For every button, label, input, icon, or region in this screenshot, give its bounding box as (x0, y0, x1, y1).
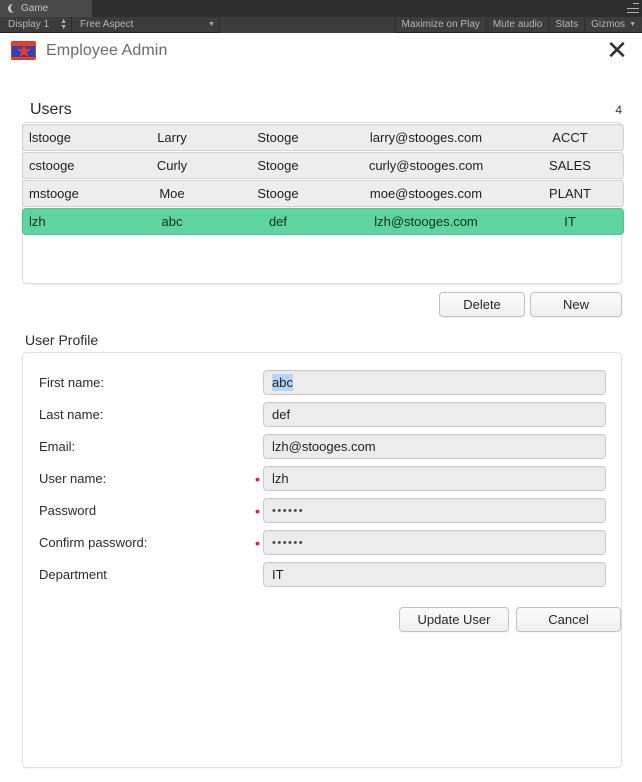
cell-last: def (268, 214, 288, 229)
unity-tab-bar: Game (0, 0, 642, 17)
input-email[interactable]: lzh@stooges.com (263, 434, 606, 459)
table-row[interactable]: cstooge Curly Stooge curly@stooges.com SALES (22, 152, 624, 179)
form-row: Confirm password: • •••••• (23, 530, 623, 562)
tab-bar-spacer (92, 0, 642, 17)
required-marker-icon: • (255, 471, 260, 487)
close-icon[interactable]: ✕ (604, 37, 630, 63)
cell-dept: PLANT (549, 186, 591, 201)
selected-text: abc (272, 374, 293, 391)
required-marker-icon: • (255, 535, 260, 551)
maximize-on-play-toggle[interactable]: Maximize on Play (394, 16, 486, 33)
chevron-down-icon: ▼ (629, 21, 636, 28)
form-row: Last name: def (23, 402, 623, 434)
display-dropdown[interactable]: Display 1 ▲ ▼ (0, 16, 72, 33)
tab-game-label: Game (21, 2, 49, 14)
cell-email: lzh@stooges.com (374, 214, 478, 229)
cell-last: Stooge (257, 186, 299, 201)
users-count-badge: 4 (615, 103, 622, 117)
field-label: Email: (39, 439, 76, 454)
table-row[interactable]: mstooge Moe Stooge moe@stooges.com PLANT (22, 180, 624, 207)
cell-last: Stooge (257, 130, 299, 145)
required-marker-icon: • (255, 503, 260, 519)
cell-dept: IT (564, 214, 576, 229)
app-header: Employee Admin ✕ (0, 33, 642, 68)
field-label: First name: (39, 375, 105, 390)
cell-first: Moe (159, 186, 185, 201)
form-row: First name: abc (23, 370, 623, 402)
cell-email: moe@stooges.com (369, 186, 483, 201)
cell-username: lzh (29, 214, 46, 229)
cell-username: mstooge (29, 186, 79, 201)
up-down-arrows-icon: ▲ ▼ (60, 17, 67, 31)
gizmos-label: Gizmos (591, 19, 626, 30)
update-user-button[interactable]: Update User (399, 607, 509, 632)
input-last-name[interactable]: def (263, 402, 606, 427)
unity-editor-chrome: Game Display 1 ▲ ▼ Free Aspect ▼ Maximize… (0, 0, 642, 33)
cell-last: Stooge (257, 158, 299, 173)
stats-toggle[interactable]: Stats (548, 16, 584, 33)
user-profile-title: User Profile (25, 332, 99, 348)
cell-dept: SALES (549, 158, 591, 173)
aspect-ratio-dropdown[interactable]: Free Aspect ▼ (72, 16, 220, 33)
table-row[interactable]: lzh abc def lzh@stooges.com IT (22, 208, 624, 235)
cancel-button[interactable]: Cancel (516, 607, 621, 632)
form-row: Password • •••••• (23, 498, 623, 530)
cell-first: Curly (156, 158, 188, 173)
form-row: User name: • lzh (23, 466, 623, 498)
unity-game-toolbar: Display 1 ▲ ▼ Free Aspect ▼ Maximize on P… (0, 16, 642, 33)
field-label: Last name: (39, 407, 104, 422)
employee-admin-app: Employee Admin ✕ Users 4 lstooge Larry Sto… (0, 33, 642, 782)
form-row: Email: lzh@stooges.com (23, 434, 623, 466)
users-list[interactable]: lstooge Larry Stooge larry@stooges.com ACCT c… (22, 122, 624, 284)
field-label: User name: (39, 471, 107, 486)
tab-game[interactable]: Game (0, 0, 92, 17)
chevron-down-icon: ▼ (208, 20, 215, 28)
field-label: Confirm password: (39, 535, 148, 550)
star-badge-icon (11, 41, 36, 60)
page-title: Employee Admin (46, 41, 168, 59)
cell-username: cstooge (29, 158, 75, 173)
maximize-on-play-label: Maximize on Play (401, 19, 480, 30)
new-button[interactable]: New (530, 292, 622, 317)
input-first-name[interactable]: abc (263, 370, 606, 395)
delete-button[interactable]: Delete (439, 292, 525, 317)
cell-dept: ACCT (552, 130, 588, 145)
star-shape-icon (16, 43, 31, 58)
display-dropdown-value: Display 1 (8, 18, 50, 30)
cell-first: abc (161, 214, 183, 229)
panel-menu-icon[interactable] (627, 3, 639, 13)
moon-icon (8, 4, 17, 13)
table-row[interactable]: lstooge Larry Stooge larry@stooges.com ACCT (22, 124, 624, 151)
toolbar-gap (220, 16, 395, 33)
input-confirm-password[interactable]: •••••• (263, 530, 606, 555)
users-section-title: Users (30, 101, 72, 118)
stats-label: Stats (555, 19, 579, 30)
cell-username: lstooge (29, 130, 71, 145)
input-password[interactable]: •••••• (263, 498, 606, 523)
gizmos-dropdown[interactable]: Gizmos ▼ (584, 16, 642, 33)
field-label: Department (39, 567, 107, 582)
input-department[interactable]: IT (263, 562, 606, 587)
aspect-ratio-value: Free Aspect (80, 18, 134, 30)
cell-first: Larry (157, 130, 187, 145)
field-label: Password (39, 503, 97, 518)
cell-email: larry@stooges.com (369, 130, 483, 145)
mute-audio-label: Mute audio (492, 19, 543, 30)
input-user-name[interactable]: lzh (263, 466, 606, 491)
form-row: Department IT (23, 562, 623, 594)
mute-audio-toggle[interactable]: Mute audio (485, 16, 548, 33)
cell-email: curly@stooges.com (368, 158, 484, 173)
user-profile-panel: First name: abc Last name: def Email: lzh@sto… (22, 352, 622, 768)
